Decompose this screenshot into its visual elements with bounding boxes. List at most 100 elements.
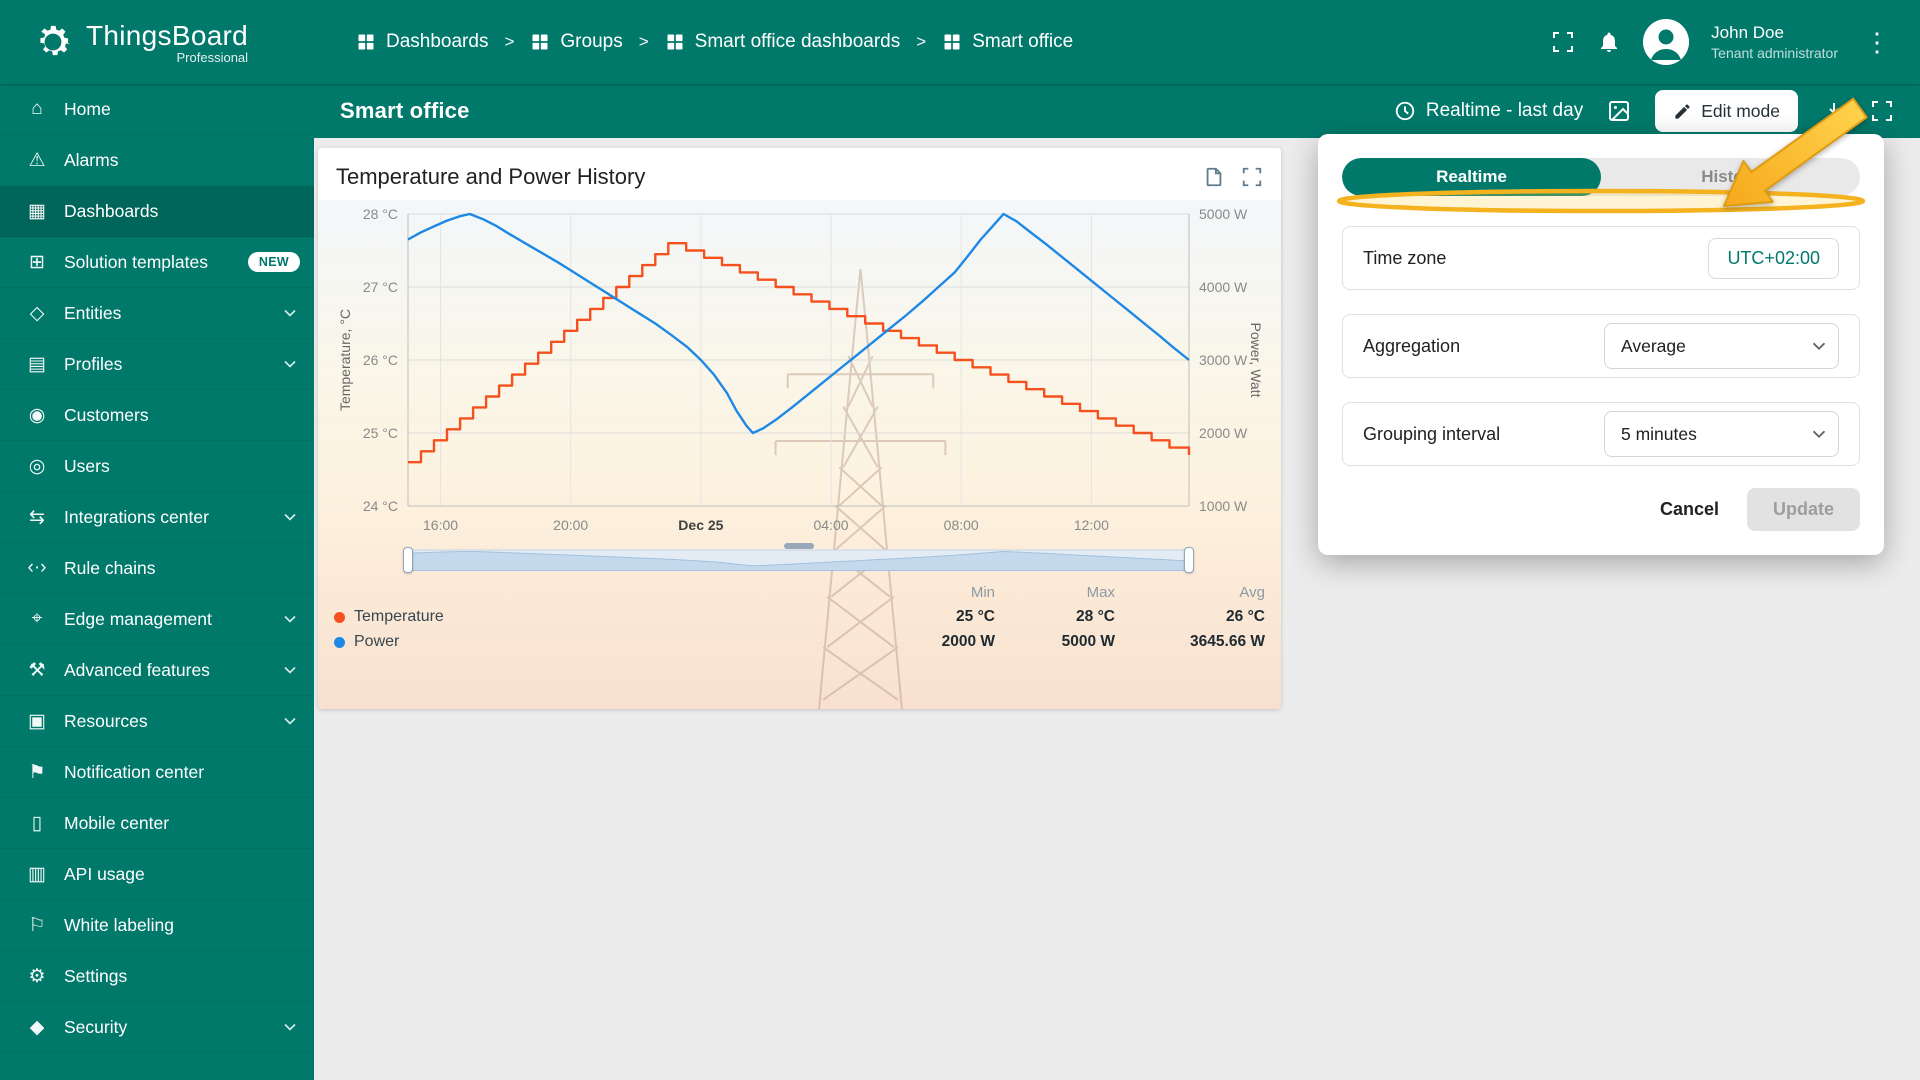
- breadcrumb-item-smart-office[interactable]: Smart office: [942, 31, 1073, 53]
- mobile-center-icon: ▯: [31, 812, 43, 834]
- time-range-slider[interactable]: [403, 543, 1194, 574]
- slider-right-handle[interactable]: [1184, 547, 1194, 573]
- popup-actions: Cancel Update: [1342, 488, 1860, 531]
- sidebar-item-entities[interactable]: ◇ Entities: [0, 288, 314, 339]
- legend-series-power[interactable]: Power: [334, 633, 875, 651]
- logo-text: ThingsBoard Professional: [86, 20, 248, 65]
- thingsboard-logo-icon: [40, 25, 70, 56]
- svg-text:Dec 25: Dec 25: [678, 517, 723, 533]
- sidebar-item-alarms[interactable]: ⚠ Alarms: [0, 135, 314, 186]
- breadcrumb-separator: >: [916, 32, 927, 51]
- svg-text:2000 W: 2000 W: [1199, 425, 1248, 441]
- tab-history[interactable]: History: [1601, 158, 1860, 196]
- sidebar-item-settings[interactable]: ⚙ Settings: [0, 951, 314, 1002]
- expand-widget-button[interactable]: [1241, 166, 1263, 188]
- power-avg-value: 3645.66 W: [1190, 633, 1265, 650]
- sidebar-item-integrations-center[interactable]: ⇆ Integrations center: [0, 492, 314, 543]
- aggregation-select[interactable]: Average: [1604, 323, 1839, 369]
- edit-mode-button[interactable]: Edit mode: [1655, 90, 1798, 132]
- chevron-down-icon: [284, 309, 296, 317]
- timewindow-panel: Realtime History Time zone UTC+02:00 Agg…: [1318, 134, 1884, 555]
- svg-text:25 °C: 25 °C: [363, 425, 398, 441]
- breadcrumb-item-smart-office-dashboards[interactable]: Smart office dashboards: [665, 31, 901, 53]
- timezone-value-button[interactable]: UTC+02:00: [1708, 237, 1839, 279]
- chevron-down-icon: [284, 717, 296, 725]
- sidebar-item-customers[interactable]: ◉ Customers: [0, 390, 314, 441]
- sidebar-item-label: Settings: [64, 965, 128, 986]
- slider-drag-handle[interactable]: [783, 543, 814, 549]
- dashboard-image-button[interactable]: [1607, 99, 1631, 123]
- white-labeling-icon: ⚐: [28, 914, 46, 936]
- sidebar-item-home[interactable]: ⌂ Home: [0, 84, 314, 135]
- pencil-icon: [1675, 103, 1690, 119]
- update-button[interactable]: Update: [1746, 488, 1860, 531]
- sidebar-item-notification-center[interactable]: ⚑ Notification center: [0, 747, 314, 798]
- widget-body: 28 °C 5000 W 27 °C 4000 W 26 °C 3000 W 25 °C 20…: [318, 200, 1281, 709]
- more-menu-button[interactable]: ⋮: [1860, 27, 1894, 58]
- breadcrumb-item-label: Smart office dashboards: [694, 31, 901, 52]
- export-widget-button[interactable]: [1203, 166, 1225, 188]
- sidebar-item-advanced-features[interactable]: ⚒ Advanced features: [0, 645, 314, 696]
- grouping-interval-select[interactable]: 5 minutes: [1604, 411, 1839, 457]
- logo-title: ThingsBoard: [86, 19, 249, 51]
- cancel-button[interactable]: Cancel: [1642, 489, 1737, 530]
- chevron-down-icon: [1812, 430, 1826, 439]
- download-icon: [1826, 103, 1842, 120]
- widget-title: Temperature and Power History: [336, 164, 646, 189]
- sidebar-item-rule-chains[interactable]: ‹·› Rule chains: [0, 543, 314, 594]
- advanced-features-icon: ⚒: [28, 659, 46, 681]
- sidebar-nav: ⌂ Home ⚠ Alarms ▦ Dashboards ⊞ Solution templat…: [0, 84, 314, 1080]
- timezone-row: Time zone UTC+02:00: [1342, 226, 1860, 290]
- sidebar-item-api-usage[interactable]: ▥ API usage: [0, 849, 314, 900]
- svg-text:Temperature, °C: Temperature, °C: [337, 309, 353, 411]
- legend-header-min: Min: [970, 584, 995, 601]
- sidebar-item-label: Profiles: [64, 353, 123, 374]
- sidebar-item-white-labeling[interactable]: ⚐ White labeling: [0, 900, 314, 951]
- breadcrumb-item-groups[interactable]: Groups: [530, 31, 623, 53]
- svg-text:16:00: 16:00: [423, 517, 458, 533]
- sidebar-item-dashboards[interactable]: ▦ Dashboards: [0, 186, 314, 237]
- customers-icon: ◉: [28, 404, 46, 426]
- legend-series-temperature[interactable]: Temperature: [334, 608, 875, 626]
- sidebar-item-label: Notification center: [64, 761, 205, 782]
- edge-management-icon: ⌖: [31, 608, 43, 629]
- sidebar-item-label: White labeling: [64, 914, 174, 935]
- download-dashboard-button[interactable]: [1822, 99, 1846, 123]
- user-info: John Doe Tenant administrator: [1711, 22, 1838, 62]
- sidebar-item-security[interactable]: ◆ Security: [0, 1002, 314, 1053]
- time-window-button[interactable]: Realtime - last day: [1394, 100, 1583, 122]
- legend-series-label: Temperature: [354, 608, 444, 625]
- temperature-min-value: 25 °C: [956, 608, 995, 625]
- sidebar-item-label: Customers: [64, 404, 149, 425]
- chevron-down-icon: [284, 615, 296, 623]
- sidebar-item-solution-templates[interactable]: ⊞ Solution templates NEW: [0, 237, 314, 288]
- user-name: John Doe: [1711, 22, 1784, 42]
- sidebar-item-profiles[interactable]: ▤ Profiles: [0, 339, 314, 390]
- sidebar-item-label: Resources: [64, 710, 148, 731]
- chevron-down-icon: [284, 513, 296, 521]
- tab-realtime[interactable]: Realtime: [1342, 158, 1601, 196]
- sidebar-item-edge-management[interactable]: ⌖ Edge management: [0, 594, 314, 645]
- fullscreen-icon: [1872, 101, 1892, 121]
- widget-header: Temperature and Power History: [318, 148, 1281, 200]
- notifications-button[interactable]: [1597, 30, 1621, 54]
- dashboard-grid-icon: [944, 34, 960, 50]
- temperature-avg-value: 26 °C: [1226, 608, 1265, 625]
- sidebar-item-users[interactable]: ◎ Users: [0, 441, 314, 492]
- users-icon: ◎: [28, 455, 46, 477]
- dashboard-fullscreen-button[interactable]: [1870, 99, 1894, 123]
- edit-mode-label: Edit mode: [1701, 100, 1780, 121]
- slider-left-handle[interactable]: [403, 547, 413, 573]
- power-legend-dot: [334, 636, 345, 648]
- breadcrumb-item-dashboards[interactable]: Dashboards: [356, 31, 488, 53]
- fullscreen-button[interactable]: [1551, 30, 1575, 54]
- sidebar-item-resources[interactable]: ▣ Resources: [0, 696, 314, 747]
- power-min-value: 2000 W: [941, 633, 995, 650]
- sidebar-item-label: Security: [64, 1016, 128, 1037]
- sidebar-item-label: Entities: [64, 302, 122, 323]
- slider-preview: [408, 549, 1189, 571]
- sidebar-item-label: Mobile center: [64, 812, 170, 833]
- sidebar-item-mobile-center[interactable]: ▯ Mobile center: [0, 798, 314, 849]
- thingsboard-logo[interactable]: ThingsBoard Professional: [0, 20, 314, 65]
- user-avatar[interactable]: [1643, 19, 1690, 65]
